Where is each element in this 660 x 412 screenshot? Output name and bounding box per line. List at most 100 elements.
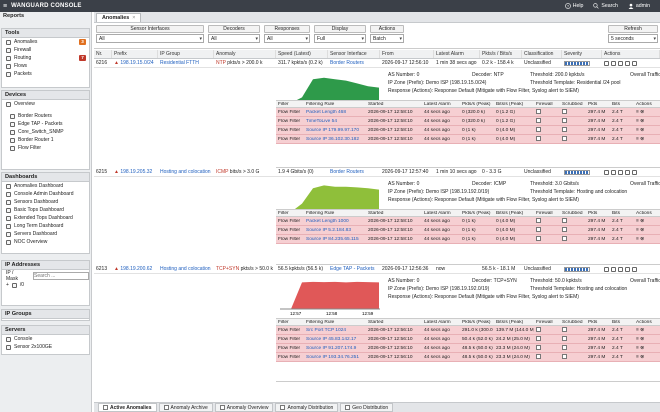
sidebar-item-flows[interactable]: Flows — [2, 62, 89, 70]
sub-column-header[interactable]: Bits — [610, 320, 634, 325]
more-icon[interactable] — [632, 169, 637, 175]
remove-icon[interactable]: ⊗ — [640, 237, 644, 242]
remove-icon[interactable]: ⊗ — [640, 328, 644, 333]
checkbox[interactable] — [562, 236, 567, 242]
sub-column-header[interactable]: Firewall — [534, 320, 560, 325]
checkbox[interactable] — [562, 336, 567, 342]
filter-cell[interactable]: Source IP 36.102.30.182 — [304, 137, 366, 142]
filter-row[interactable]: Flow Filter Packet Length 1000 2026-09-17 … — [276, 217, 660, 226]
report-icon[interactable] — [604, 266, 609, 272]
remove-icon[interactable]: ⊗ — [640, 119, 644, 124]
column-header[interactable]: Anomaly — [214, 50, 276, 58]
user-menu[interactable]: admin — [628, 3, 650, 9]
sub-column-header[interactable]: Scrubbed — [560, 320, 586, 325]
filter-cell[interactable]: Source IP 193.34.76.251 — [304, 355, 366, 360]
servers-header[interactable]: Servers — [2, 326, 89, 335]
report-icon[interactable] — [604, 169, 609, 175]
chart-icon[interactable] — [611, 169, 616, 175]
sub-column-header[interactable]: Started — [366, 211, 422, 216]
ip-root[interactable]: + /0 — [2, 281, 89, 289]
checkbox[interactable] — [562, 327, 567, 333]
column-header[interactable]: Prefix — [112, 50, 158, 58]
checkbox[interactable] — [536, 354, 541, 360]
sidebar-item-anomalies[interactable]: Anomalies 3 — [2, 38, 89, 46]
devices-header[interactable]: Devices — [2, 91, 89, 100]
remove-icon[interactable]: ⊗ — [640, 346, 644, 351]
checkbox[interactable] — [536, 109, 541, 115]
checkbox[interactable] — [536, 118, 541, 124]
responses-select[interactable]: All — [264, 34, 310, 43]
checkbox[interactable] — [562, 118, 567, 124]
filter-row[interactable]: Flow Filter Source IP 5.2.184.83 2026-09-1… — [276, 226, 660, 235]
sub-column-header[interactable]: Actions — [634, 320, 654, 325]
cell-iface[interactable]: Border Routers — [328, 60, 380, 66]
sub-column-header[interactable]: Firewall — [534, 211, 560, 216]
mail-icon[interactable] — [625, 60, 630, 66]
decoders-select[interactable]: All — [208, 34, 260, 43]
filter-cell[interactable]: Packet Length 468 — [304, 110, 366, 115]
filter-row[interactable]: Flow Filter Src Port TCP 1024 2026-09-17 1… — [276, 326, 660, 335]
sidebar-item-firewall[interactable]: Firewall — [2, 46, 89, 54]
checkbox[interactable] — [536, 127, 541, 133]
sub-column-header[interactable]: Pkts — [586, 102, 610, 107]
batch-select[interactable]: Batch — [370, 34, 404, 43]
checkbox[interactable] — [536, 345, 541, 351]
filter-row[interactable]: Flow Filter Source IP 84.235.65.115 2026-0… — [276, 235, 660, 244]
filter-row[interactable]: Flow Filter Source IP 193.34.76.251 2026-0… — [276, 353, 660, 362]
checkbox[interactable] — [536, 236, 541, 242]
sub-column-header[interactable]: Latest Alarm — [422, 102, 460, 107]
mail-icon[interactable] — [625, 169, 630, 175]
more-icon[interactable] — [632, 60, 637, 66]
column-header[interactable]: Classification — [522, 50, 562, 58]
filter-cell[interactable]: Source IP 84.235.65.115 — [304, 237, 366, 242]
mail-icon[interactable] — [625, 266, 630, 272]
device-border-router-1[interactable]: Border Router 1 — [2, 136, 89, 144]
sub-column-header[interactable]: Filter — [276, 102, 304, 107]
ip-search-input[interactable] — [33, 271, 89, 280]
filter-cell[interactable]: Source IP 45.83.142.17 — [304, 337, 366, 342]
tab-active-anomalies[interactable]: Active Anomalies — [98, 403, 157, 412]
server-item[interactable]: Sensor 2x100GE — [2, 343, 89, 351]
filter-cell[interactable]: Source IP 179.99.97.170 — [304, 128, 366, 133]
checkbox[interactable] — [562, 354, 567, 360]
filter-cell[interactable]: Source IP 5.2.184.83 — [304, 228, 366, 233]
sub-column-header[interactable]: Filter — [276, 211, 304, 216]
tab-geo-distribution[interactable]: Geo Distribution — [340, 403, 394, 412]
sub-column-header[interactable]: Bits/s (Peak) — [494, 211, 534, 216]
device-flow-filter[interactable]: Flow Filter — [2, 144, 89, 152]
prefix-link[interactable]: 198.19.205.32 — [120, 169, 152, 175]
column-header[interactable]: Severity — [562, 50, 602, 58]
device-edge-tap[interactable]: Edge TAP - Packets — [2, 120, 89, 128]
column-header[interactable]: Latest Alarm — [434, 50, 480, 58]
close-icon[interactable]: × — [132, 15, 135, 21]
sub-column-header[interactable]: Pkts/s (Peak) — [460, 320, 494, 325]
checkbox[interactable] — [536, 136, 541, 142]
checkbox[interactable] — [562, 109, 567, 115]
column-header[interactable]: From — [380, 50, 434, 58]
ip-groups-header[interactable]: IP Groups — [2, 310, 89, 319]
sub-column-header[interactable]: Firewall — [534, 102, 560, 107]
sub-column-header[interactable]: Started — [366, 102, 422, 107]
sub-column-header[interactable]: Scrubbed — [560, 211, 586, 216]
prefix-link[interactable]: 198.19.15.0/24 — [120, 60, 153, 66]
filter-cell[interactable]: Src Port TCP 1024 — [304, 328, 366, 333]
sub-column-header[interactable]: Bits/s (Peak) — [494, 320, 534, 325]
expand-icon[interactable]: + — [6, 282, 9, 288]
filter-cell[interactable]: Source IP 91.207.174.9 — [304, 346, 366, 351]
column-header[interactable]: Actions — [602, 50, 660, 58]
device-core-switch[interactable]: Core_Switch_SNMP — [2, 128, 89, 136]
sub-column-header[interactable]: Filtering Rule — [304, 211, 366, 216]
remove-icon[interactable]: ⊗ — [640, 110, 644, 115]
chart-icon[interactable] — [611, 60, 616, 66]
table-row[interactable]: 6215 ▲ 198.19.205.32 Hosting and colocatio… — [94, 168, 660, 177]
server-item[interactable]: Console — [2, 335, 89, 343]
dashboard-item[interactable]: NOC Overview — [2, 238, 89, 246]
devices-overview[interactable]: Overview — [2, 100, 89, 108]
column-header[interactable]: Nr. — [94, 50, 112, 58]
tab-anomalies[interactable]: Anomalies × — [96, 13, 142, 22]
filter-row[interactable]: Flow Filter Source IP 91.207.174.9 2026-09… — [276, 344, 660, 353]
sub-column-header[interactable]: Pkts — [586, 320, 610, 325]
sub-column-header[interactable]: Filtering Rule — [304, 320, 366, 325]
sub-column-header[interactable]: Filter — [276, 320, 304, 325]
checkbox[interactable] — [536, 218, 541, 224]
